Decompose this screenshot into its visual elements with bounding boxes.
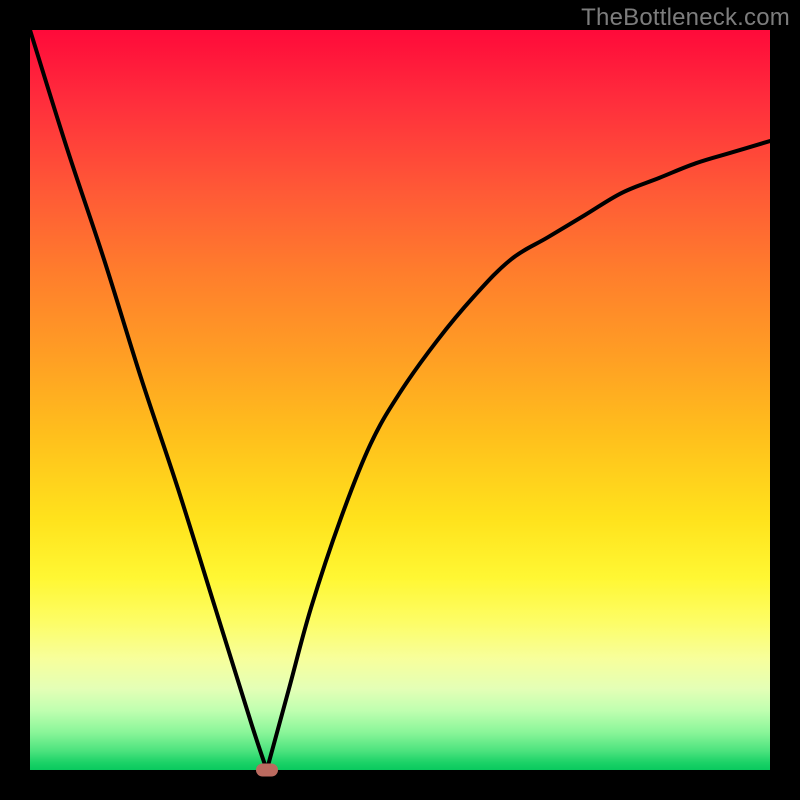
bottleneck-curve <box>30 30 770 770</box>
chart-frame: TheBottleneck.com <box>0 0 800 800</box>
plot-area <box>30 30 770 770</box>
curve-left-branch <box>30 30 267 770</box>
watermark-text: TheBottleneck.com <box>581 4 790 32</box>
optimal-point-marker <box>256 764 278 777</box>
curve-right-branch <box>267 141 770 770</box>
